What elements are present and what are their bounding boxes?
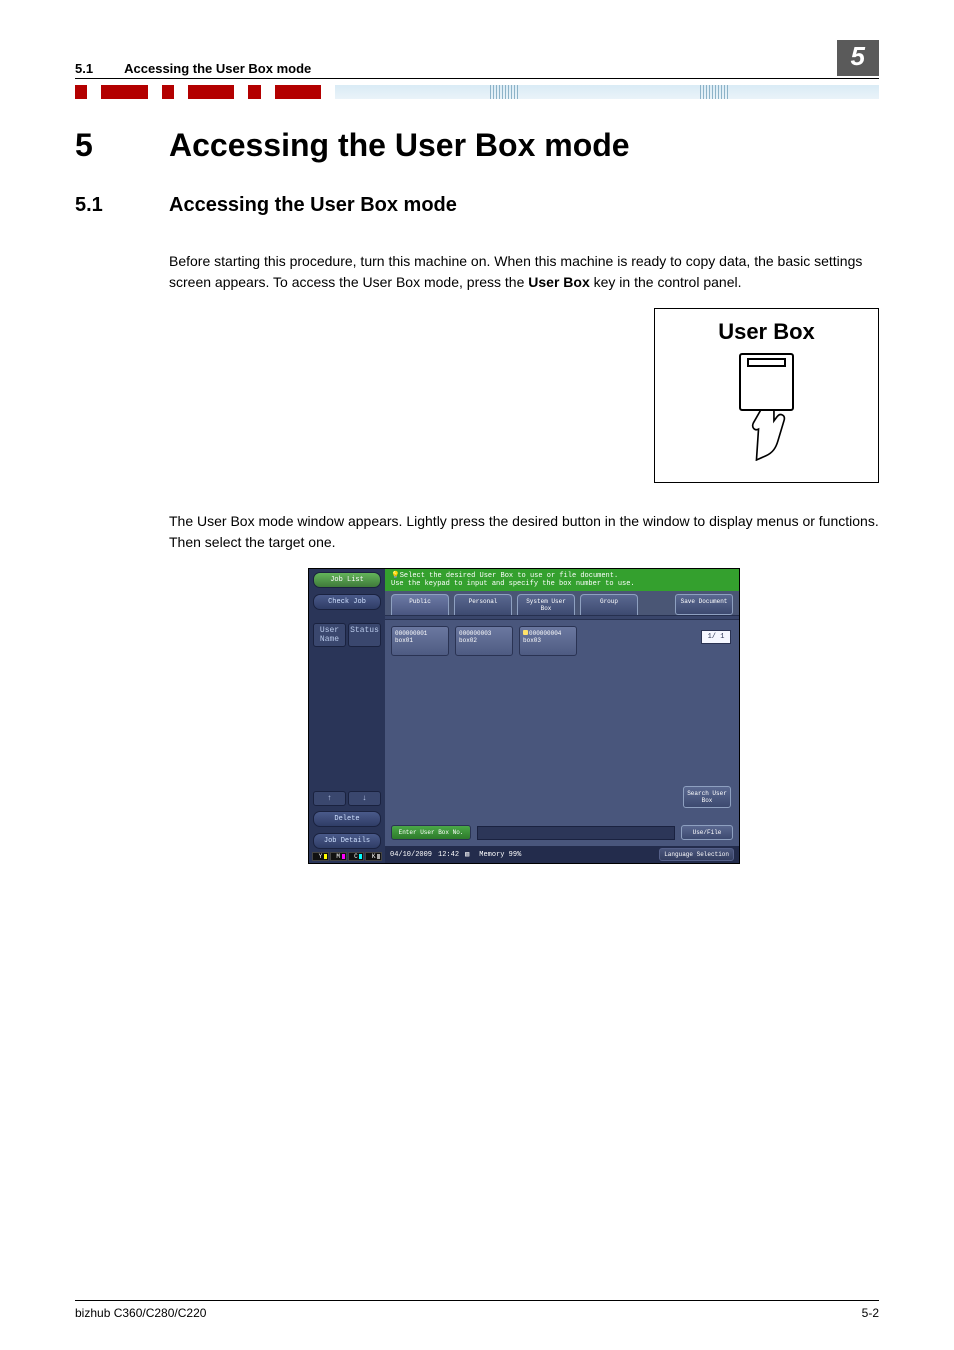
- chapter-title-text: Accessing the User Box mode: [169, 127, 630, 164]
- box-item[interactable]: 000000001 box01: [391, 626, 449, 656]
- tab-personal[interactable]: Personal: [454, 594, 512, 615]
- user-box-key-panel: User Box: [654, 308, 879, 483]
- left-panel: Job List Check Job User Name Status ↑ ↓ …: [309, 569, 385, 863]
- box-name: box03: [523, 637, 573, 644]
- instruction-line1: Select the desired User Box to use or fi…: [400, 572, 618, 580]
- status-time: 12:42: [438, 851, 459, 859]
- use-file-button[interactable]: Use/File: [681, 825, 733, 840]
- decorative-bar: [75, 85, 879, 99]
- tab-group[interactable]: Group: [580, 594, 638, 615]
- p1-bold: User Box: [528, 274, 589, 290]
- header-section-number: 5.1: [75, 61, 121, 76]
- p1-a: Before starting this procedure, turn thi…: [169, 253, 862, 290]
- box-name: box02: [459, 637, 509, 644]
- box-type-tabs: Public Personal System User Box Group Sa…: [385, 591, 739, 615]
- p1-b: key in the control panel.: [590, 274, 742, 290]
- check-job-tab[interactable]: Check Job: [313, 594, 381, 610]
- tab-system[interactable]: System User Box: [517, 594, 575, 615]
- running-header: 5.1 Accessing the User Box mode 5: [75, 40, 879, 79]
- box-number: 000000001: [395, 630, 445, 637]
- box-item[interactable]: 000000004 box03: [519, 626, 577, 656]
- bulb-icon: 💡: [391, 572, 400, 580]
- section-heading: 5.1 Accessing the User Box mode: [75, 194, 879, 217]
- box-list-area: 000000001 box01 000000003 box02 00000000…: [385, 620, 739, 846]
- search-user-box-button[interactable]: Search User Box: [683, 786, 731, 808]
- page-indicator: 1/ 1: [701, 630, 731, 644]
- figure-user-box-key: User Box: [169, 308, 879, 483]
- save-document-button[interactable]: Save Document: [675, 594, 733, 615]
- box-number: 000000003: [459, 630, 509, 637]
- instruction-banner: 💡Select the desired User Box to use or f…: [385, 569, 739, 591]
- toner-levels: Y M C K: [312, 852, 382, 861]
- section-title-text: Accessing the User Box mode: [169, 194, 457, 217]
- main-panel: 💡Select the desired User Box to use or f…: [385, 569, 739, 863]
- box-item[interactable]: 000000003 box02: [455, 626, 513, 656]
- box-name: box01: [395, 637, 445, 644]
- toner-y: Y: [312, 852, 329, 861]
- user-box-key-label: User Box: [718, 319, 815, 345]
- paragraph-2: The User Box mode window appears. Lightl…: [169, 511, 879, 553]
- job-details-button[interactable]: Job Details: [313, 833, 381, 849]
- box-number-input[interactable]: [477, 826, 675, 840]
- scroll-up-button[interactable]: ↑: [313, 791, 346, 806]
- status-icon: ▧: [465, 850, 469, 859]
- language-selection-button[interactable]: Language Selection: [659, 848, 734, 861]
- user-name-column: User Name: [313, 623, 346, 647]
- footer-page: 5-2: [862, 1306, 879, 1320]
- job-list-tab[interactable]: Job List: [313, 572, 381, 588]
- enter-box-label: Enter User Box No.: [391, 825, 471, 840]
- memory-label: Memory: [479, 851, 504, 859]
- page-footer: bizhub C360/C280/C220 5-2: [75, 1300, 879, 1320]
- toner-c: C: [348, 852, 365, 861]
- box-number: 000000004: [523, 630, 573, 637]
- memory-value: 99%: [509, 851, 522, 859]
- tab-public[interactable]: Public: [391, 594, 449, 615]
- status-date: 04/10/2009: [390, 851, 432, 859]
- status-bar: 04/10/2009 12:42 ▧ Memory 99% Language S…: [385, 846, 739, 863]
- figure-touchscreen: Job List Check Job User Name Status ↑ ↓ …: [169, 568, 879, 864]
- lock-icon: [523, 630, 528, 635]
- section-number: 5.1: [75, 194, 169, 217]
- footer-model: bizhub C360/C280/C220: [75, 1306, 206, 1320]
- header-section-title: Accessing the User Box mode: [124, 61, 311, 76]
- paragraph-1: Before starting this procedure, turn thi…: [169, 251, 879, 293]
- device-icon: [739, 353, 794, 411]
- toner-m: M: [330, 852, 347, 861]
- delete-button[interactable]: Delete: [313, 811, 381, 827]
- instruction-line2: Use the keypad to input and specify the …: [391, 580, 635, 588]
- touchscreen: Job List Check Job User Name Status ↑ ↓ …: [308, 568, 740, 864]
- status-column: Status: [348, 623, 381, 647]
- toner-k: K: [365, 852, 382, 861]
- header-left: 5.1 Accessing the User Box mode: [75, 61, 311, 76]
- chapter-heading: 5 Accessing the User Box mode: [75, 127, 879, 164]
- chapter-number: 5: [75, 127, 169, 164]
- scroll-down-button[interactable]: ↓: [348, 791, 381, 806]
- chapter-badge: 5: [837, 40, 879, 76]
